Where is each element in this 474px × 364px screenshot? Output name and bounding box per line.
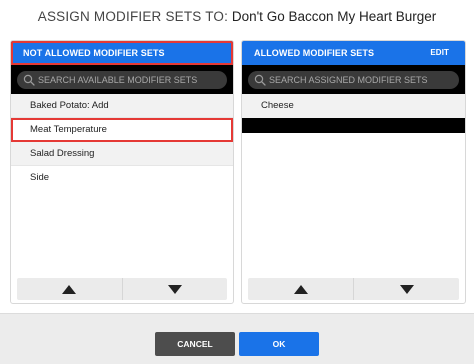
list-item-selected[interactable]: Meat Temperature [11,118,233,142]
available-search-input[interactable] [38,71,221,89]
list-item-label: Baked Potato: Add [30,100,109,111]
dialog-footer: CANCEL OK [0,313,474,364]
list-item-label: Cheese [261,100,294,111]
dialog-title-prefix: ASSIGN MODIFIER SETS TO: [37,9,229,24]
move-up-button[interactable] [248,278,353,300]
allowed-header: ALLOWED MODIFIER SETS EDIT [242,41,465,65]
arrow-up-icon [62,284,77,294]
allowed-header-label: ALLOWED MODIFIER SETS [254,48,375,58]
dialog-title: ASSIGN MODIFIER SETS TO: Don't Go Baccon… [0,0,474,34]
allowed-panel: ALLOWED MODIFIER SETS EDIT Cheese [241,40,466,304]
search-icon [254,74,266,86]
ok-button[interactable]: OK [239,332,319,356]
list-item-label: Meat Temperature [30,124,107,135]
move-down-button[interactable] [353,278,459,300]
not-allowed-panel: NOT ALLOWED MODIFIER SETS Baked Potato: … [10,40,234,304]
available-search-field [17,71,227,89]
move-down-button[interactable] [121,278,228,300]
list-item[interactable]: Cheese [242,94,465,118]
allowed-list: Cheese [242,94,465,118]
allowed-reorder-bar [248,278,459,300]
not-allowed-header: NOT ALLOWED MODIFIER SETS [11,41,233,65]
list-item-label: Side [30,172,50,183]
not-allowed-reorder-bar [17,278,227,300]
dialog-item-name: Don't Go Baccon My Heart Burger [231,9,437,24]
not-allowed-header-label: NOT ALLOWED MODIFIER SETS [23,48,165,58]
arrow-down-icon [399,284,414,294]
arrow-down-icon [167,284,182,294]
assigned-search-input[interactable] [269,71,453,89]
move-up-button[interactable] [17,278,122,300]
not-allowed-list: Baked Potato: Add Meat Temperature Salad… [11,94,233,190]
edit-button[interactable]: EDIT [430,41,449,65]
arrow-up-icon [293,284,308,294]
list-item[interactable]: Baked Potato: Add [11,94,233,118]
list-item-label: Salad Dressing [30,148,95,159]
cancel-button[interactable]: CANCEL [155,332,235,356]
list-item[interactable]: Side [11,166,233,190]
list-item[interactable]: Salad Dressing [11,142,233,166]
search-icon [23,74,35,86]
assigned-search-field [248,71,459,89]
